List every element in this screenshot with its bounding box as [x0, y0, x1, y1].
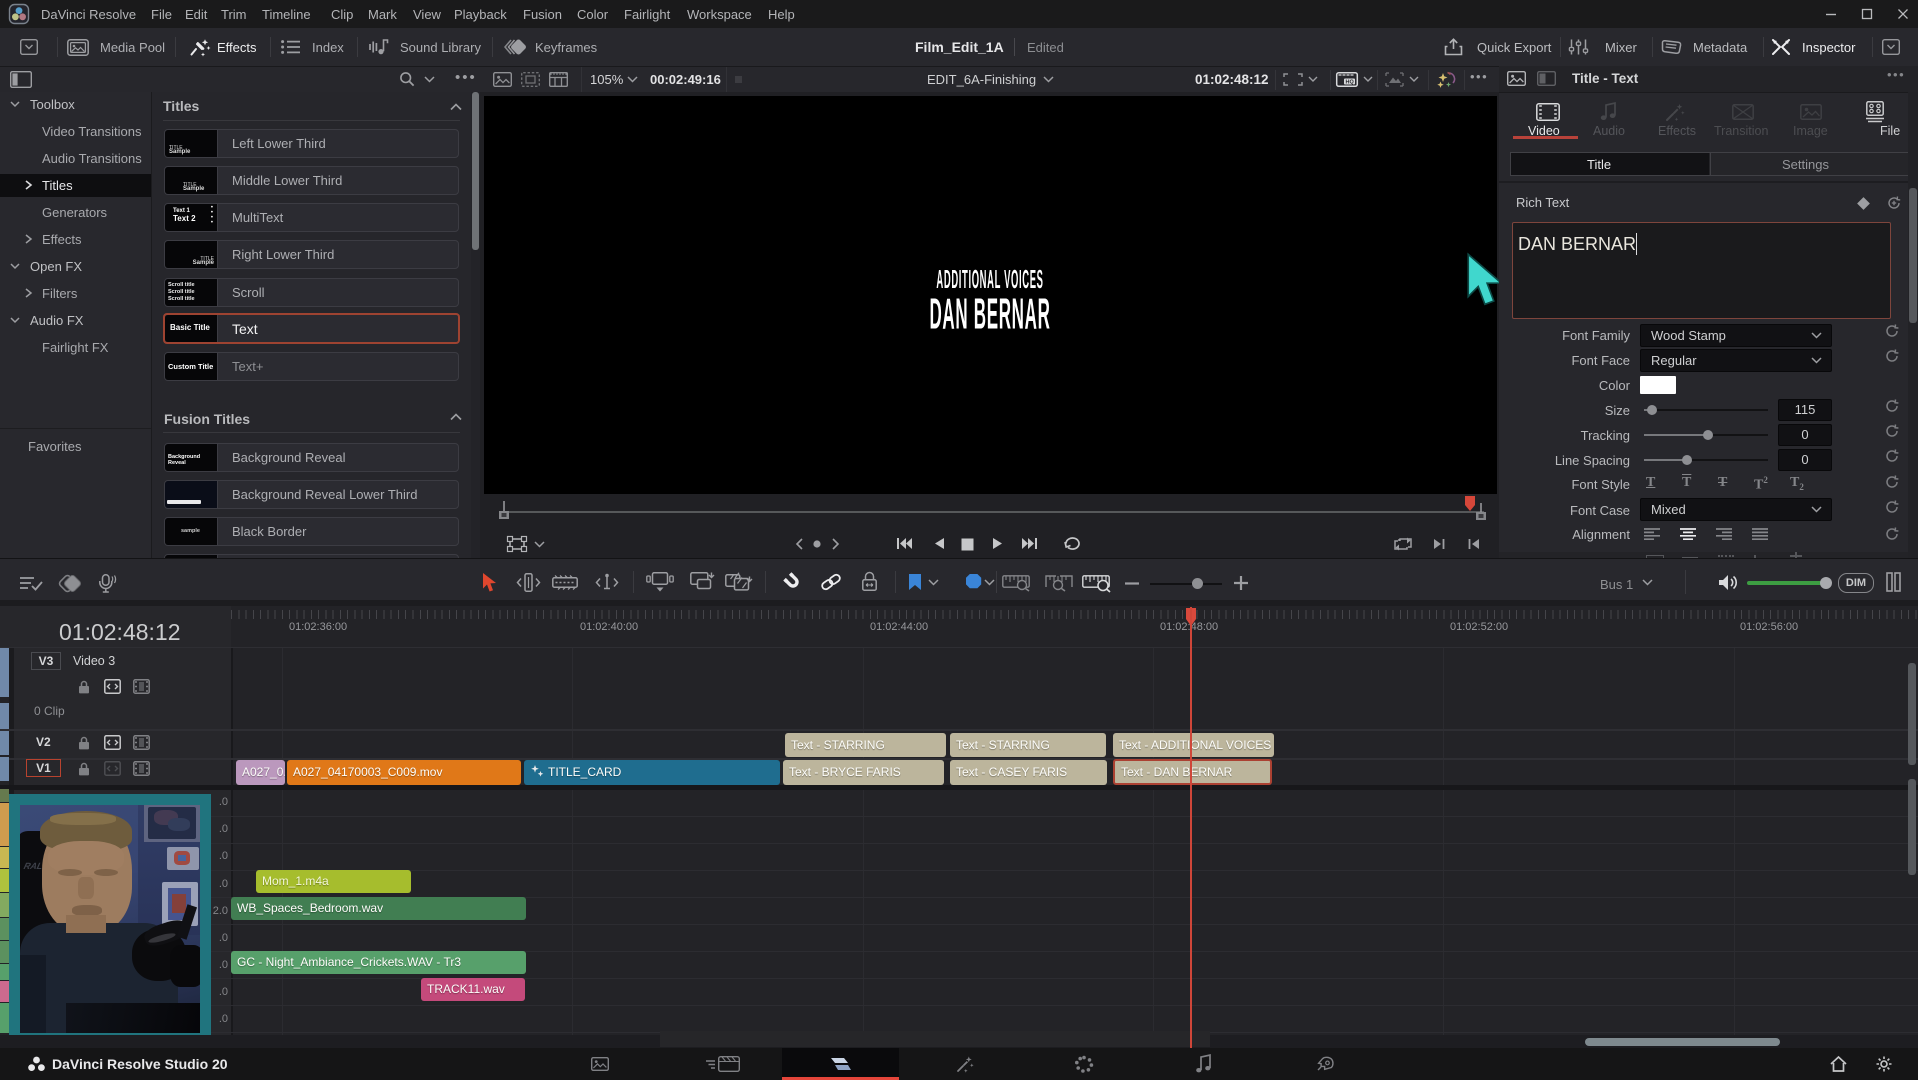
svg-text:HQ: HQ: [1346, 79, 1355, 85]
